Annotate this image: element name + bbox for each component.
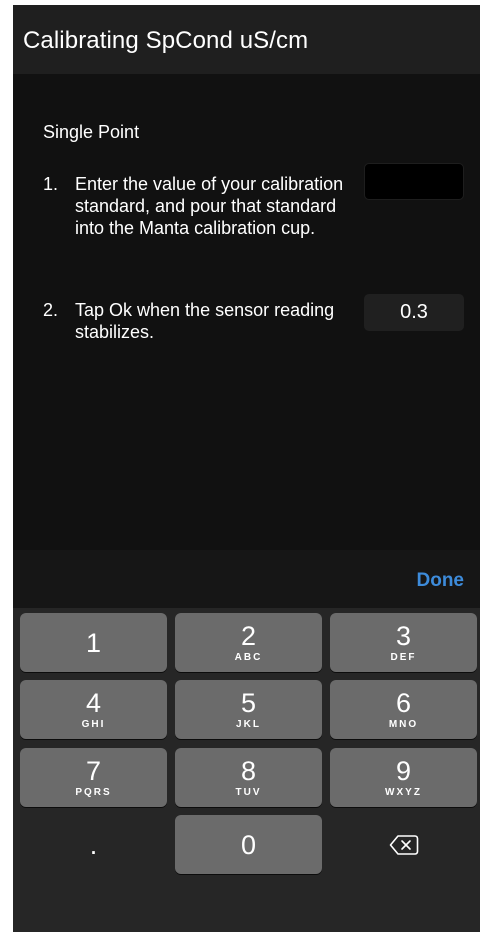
key-7[interactable]: 7 PQRS <box>20 748 167 807</box>
step-number: 2. <box>43 300 59 320</box>
key-5[interactable]: 5 JKL <box>175 680 322 739</box>
key-letters: DEF <box>390 651 417 663</box>
key-digit: 8 <box>240 755 257 786</box>
key-letters: WXYZ <box>385 786 422 798</box>
app-screen: Calibrating SpCond uS/cm Single Point 1.… <box>13 5 480 932</box>
step-text: Enter the value of your calibration stan… <box>75 174 344 238</box>
backspace-key[interactable] <box>330 815 477 874</box>
key-3[interactable]: 3 DEF <box>330 613 477 672</box>
key-letters: PQRS <box>75 786 112 798</box>
key-4[interactable]: 4 GHI <box>20 680 167 739</box>
keyboard-accessory-bar: Done <box>13 550 480 608</box>
key-6[interactable]: 6 MNO <box>330 680 477 739</box>
key-digit: 3 <box>395 620 412 651</box>
key-digit: 6 <box>395 687 412 718</box>
key-2[interactable]: 2 ABC <box>175 613 322 672</box>
sensor-reading-value: 0.3 <box>364 294 464 331</box>
key-letters: GHI <box>81 718 106 730</box>
standard-value-input[interactable] <box>364 163 464 200</box>
key-digit: 9 <box>395 755 412 786</box>
key-letters: ABC <box>234 651 263 663</box>
key-digit: . <box>89 829 98 860</box>
key-digit: 7 <box>85 755 102 786</box>
step-text: Tap Ok when the sensor reading stabilize… <box>75 300 335 342</box>
backspace-icon <box>389 834 419 856</box>
key-9[interactable]: 9 WXYZ <box>330 748 477 807</box>
step-number: 1. <box>43 174 59 194</box>
key-8[interactable]: 8 TUV <box>175 748 322 807</box>
done-button[interactable]: Done <box>417 570 465 592</box>
key-digit: 0 <box>240 829 257 860</box>
section-title: Single Point <box>43 122 140 142</box>
calibration-panel: Single Point 1. Enter the value of your … <box>13 74 480 550</box>
page-title: Calibrating SpCond uS/cm <box>23 27 309 54</box>
key-0[interactable]: 0 <box>175 815 322 874</box>
key-decimal[interactable]: . <box>20 815 167 874</box>
title-bar: Calibrating SpCond uS/cm <box>13 5 480 74</box>
key-digit: 1 <box>85 627 102 658</box>
key-letters: JKL <box>236 718 261 730</box>
key-letters: TUV <box>235 786 262 798</box>
numeric-keypad: 1 2 ABC 3 DEF 4 GHI 5 JKL 6 MNO 7 PQRS 8… <box>13 608 480 932</box>
key-digit: 5 <box>240 687 257 718</box>
key-digit: 2 <box>240 620 257 651</box>
key-1[interactable]: 1 <box>20 613 167 672</box>
key-digit: 4 <box>85 687 102 718</box>
key-letters: MNO <box>388 718 419 730</box>
